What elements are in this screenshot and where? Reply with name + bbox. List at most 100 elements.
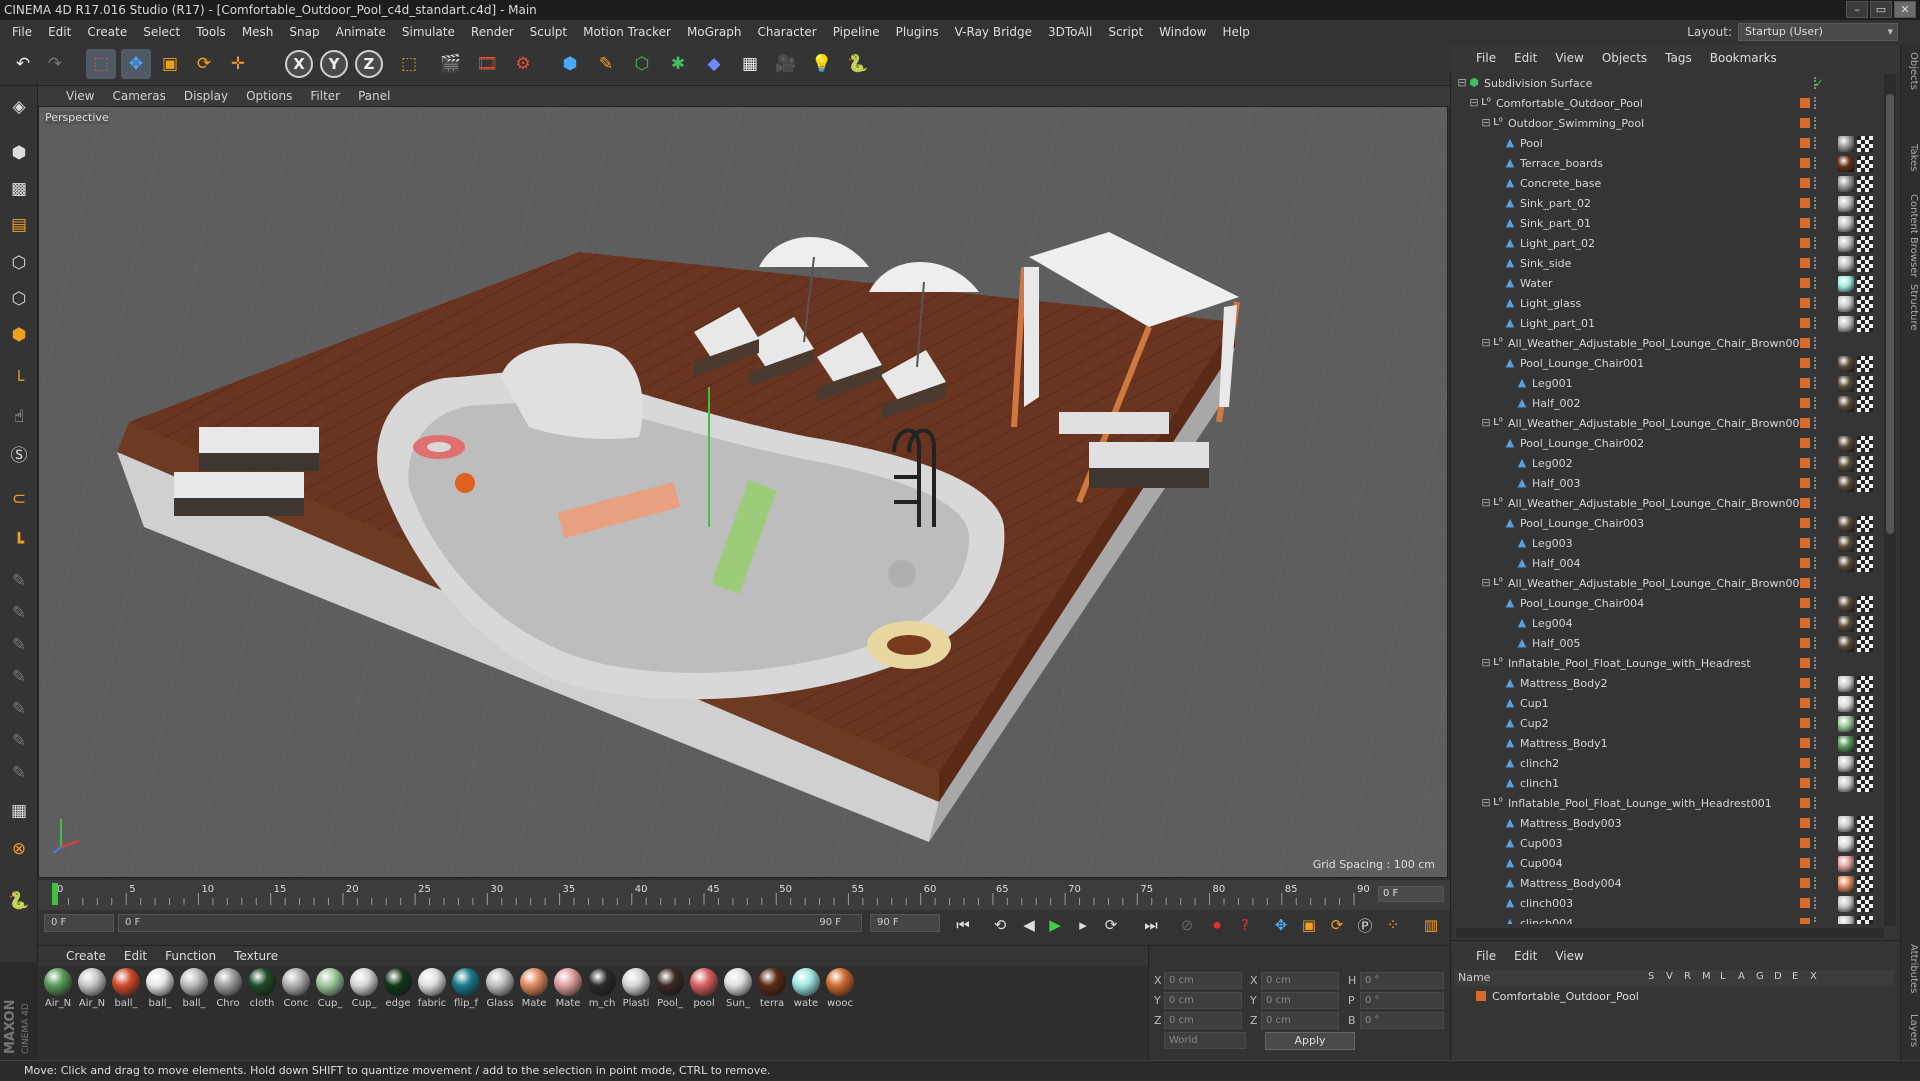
- material-swatch[interactable]: ball_: [144, 968, 176, 1009]
- visibility-dots[interactable]: [1814, 617, 1820, 629]
- object-name[interactable]: Subdivision Surface: [1484, 77, 1592, 90]
- polygons-mode-icon[interactable]: ⬢: [4, 320, 34, 350]
- visibility-dots[interactable]: [1814, 597, 1820, 609]
- cube-primitive-icon[interactable]: ⬢: [555, 49, 585, 79]
- visibility-dots[interactable]: [1814, 517, 1820, 529]
- subdivision-surface-icon[interactable]: ⬡: [627, 49, 657, 79]
- object-name[interactable]: Pool_Lounge_Chair004: [1520, 597, 1644, 610]
- recent-tool-icon[interactable]: ✛: [223, 49, 253, 79]
- object-name[interactable]: Mattress_Body2: [1520, 677, 1608, 690]
- render-settings-icon[interactable]: ⚙: [508, 49, 538, 79]
- expand-toggle-icon[interactable]: ⊟: [1480, 657, 1492, 669]
- layer-color-swatch[interactable]: [1800, 858, 1810, 868]
- visibility-dots[interactable]: [1814, 657, 1820, 669]
- brush-1-icon[interactable]: ✎: [4, 566, 34, 596]
- lounge-mattress-left-1[interactable]: [199, 427, 319, 453]
- brush-2-icon[interactable]: ✎: [4, 598, 34, 628]
- material-tag-icon[interactable]: [1838, 356, 1854, 372]
- layer-column-l[interactable]: L: [1720, 971, 1738, 982]
- python-icon[interactable]: 🐍: [843, 49, 873, 79]
- menu-animate[interactable]: Animate: [328, 25, 394, 39]
- expand-toggle-icon[interactable]: ⊟: [1480, 577, 1492, 589]
- object-name[interactable]: Comfortable_Outdoor_Pool: [1496, 97, 1643, 110]
- texture-tag-icon[interactable]: [1857, 816, 1873, 832]
- layer-menu-file[interactable]: File: [1476, 949, 1496, 963]
- position-z-field[interactable]: 0 cm: [1164, 1012, 1242, 1029]
- visibility-dots[interactable]: [1814, 137, 1820, 149]
- layer-color-swatch[interactable]: [1800, 658, 1810, 668]
- layer-color-swatch[interactable]: [1800, 638, 1810, 648]
- material-tag-icon[interactable]: [1838, 516, 1854, 532]
- previous-frame-icon[interactable]: ◀: [1016, 912, 1042, 938]
- rotate-tool-icon[interactable]: ⟳: [189, 49, 219, 79]
- menu-window[interactable]: Window: [1151, 25, 1214, 39]
- material-tag-icon[interactable]: [1838, 696, 1854, 712]
- layer-color-swatch[interactable]: [1800, 98, 1810, 108]
- size-z-field[interactable]: 0 cm: [1261, 1012, 1339, 1029]
- texture-tag-icon[interactable]: [1857, 316, 1873, 332]
- brush-7-icon[interactable]: ✎: [4, 758, 34, 788]
- material-swatch[interactable]: fabric: [416, 968, 448, 1009]
- material-tag-icon[interactable]: [1838, 316, 1854, 332]
- object-name[interactable]: Half_003: [1532, 477, 1580, 490]
- texture-tag-icon[interactable]: [1857, 256, 1873, 272]
- object-row[interactable]: ▲ Pool_Lounge_Chair004: [1454, 594, 1884, 614]
- object-name[interactable]: Inflatable_Pool_Float_Lounge_with_Headre…: [1508, 657, 1751, 670]
- texture-tag-icon[interactable]: [1857, 736, 1873, 752]
- visibility-dots[interactable]: [1814, 237, 1820, 249]
- z-axis-lock-icon[interactable]: Z: [355, 50, 383, 78]
- object-row[interactable]: ▲ Terrace_boards: [1454, 154, 1884, 174]
- expand-toggle-icon[interactable]: ⊟: [1480, 117, 1492, 129]
- coordinate-space-dropdown[interactable]: World: [1164, 1032, 1246, 1049]
- texture-tag-icon[interactable]: [1857, 536, 1873, 552]
- layer-color-swatch[interactable]: [1800, 438, 1810, 448]
- object-row[interactable]: ▲ Light_part_01: [1454, 314, 1884, 334]
- material-swatch[interactable]: edge: [382, 968, 414, 1009]
- object-name[interactable]: Half_002: [1532, 397, 1580, 410]
- menu-edit[interactable]: Edit: [40, 25, 79, 39]
- layer-column-v[interactable]: V: [1666, 971, 1684, 982]
- object-name[interactable]: Leg003: [1532, 537, 1573, 550]
- object-row[interactable]: ⊟ L⁰ Inflatable_Pool_Float_Lounge_with_Hea…: [1454, 654, 1884, 674]
- material-tag-icon[interactable]: [1838, 436, 1854, 452]
- visibility-dots[interactable]: [1814, 777, 1820, 789]
- object-name[interactable]: Sink_side: [1520, 257, 1571, 270]
- visibility-dots[interactable]: [1814, 637, 1820, 649]
- object-name[interactable]: Mattress_Body003: [1520, 817, 1622, 830]
- material-tag-icon[interactable]: [1838, 536, 1854, 552]
- object-row[interactable]: ▲ Water: [1454, 274, 1884, 294]
- layer-color-swatch[interactable]: [1800, 518, 1810, 528]
- layer-color-swatch[interactable]: [1800, 578, 1810, 588]
- material-tag-icon[interactable]: [1838, 556, 1854, 572]
- side-tab-takes[interactable]: Takes: [1903, 144, 1919, 171]
- texture-tag-icon[interactable]: [1857, 176, 1873, 192]
- x-axis-lock-icon[interactable]: X: [285, 50, 313, 78]
- visibility-dots[interactable]: [1814, 377, 1820, 389]
- object-name[interactable]: Light_part_01: [1520, 317, 1595, 330]
- object-name[interactable]: Pool_Lounge_Chair002: [1520, 437, 1644, 450]
- visibility-dots[interactable]: [1814, 877, 1820, 889]
- menu-character[interactable]: Character: [749, 25, 824, 39]
- material-swatch[interactable]: Conc: [280, 968, 312, 1009]
- object-row[interactable]: ▲ Leg004: [1454, 614, 1884, 634]
- visibility-dots[interactable]: [1814, 457, 1820, 469]
- end-frame-field[interactable]: 90 F: [870, 914, 940, 932]
- menu-snap[interactable]: Snap: [281, 25, 327, 39]
- visibility-dots[interactable]: [1814, 857, 1820, 869]
- lounge-mattress-left-2[interactable]: [174, 472, 304, 498]
- layer-row[interactable]: Comfortable_Outdoor_Pool: [1454, 988, 1894, 1006]
- object-name[interactable]: Sink_part_01: [1520, 217, 1591, 230]
- material-tag-icon[interactable]: [1838, 256, 1854, 272]
- object-row[interactable]: ▲ Cup004: [1454, 854, 1884, 874]
- layer-color-swatch[interactable]: [1800, 898, 1810, 908]
- texture-tag-icon[interactable]: [1857, 196, 1873, 212]
- object-row[interactable]: ▲ Pool_Lounge_Chair003: [1454, 514, 1884, 534]
- material-swatch[interactable]: Air_N: [76, 968, 108, 1009]
- deformer-icon[interactable]: ◆: [699, 49, 729, 79]
- object-name[interactable]: Mattress_Body1: [1520, 737, 1608, 750]
- layer-color-swatch[interactable]: [1800, 478, 1810, 488]
- current-frame-field[interactable]: 0 F: [1378, 886, 1444, 902]
- object-row[interactable]: ▲ Pool_Lounge_Chair002: [1454, 434, 1884, 454]
- menu-plugins[interactable]: Plugins: [888, 25, 947, 39]
- texture-tag-icon[interactable]: [1857, 296, 1873, 312]
